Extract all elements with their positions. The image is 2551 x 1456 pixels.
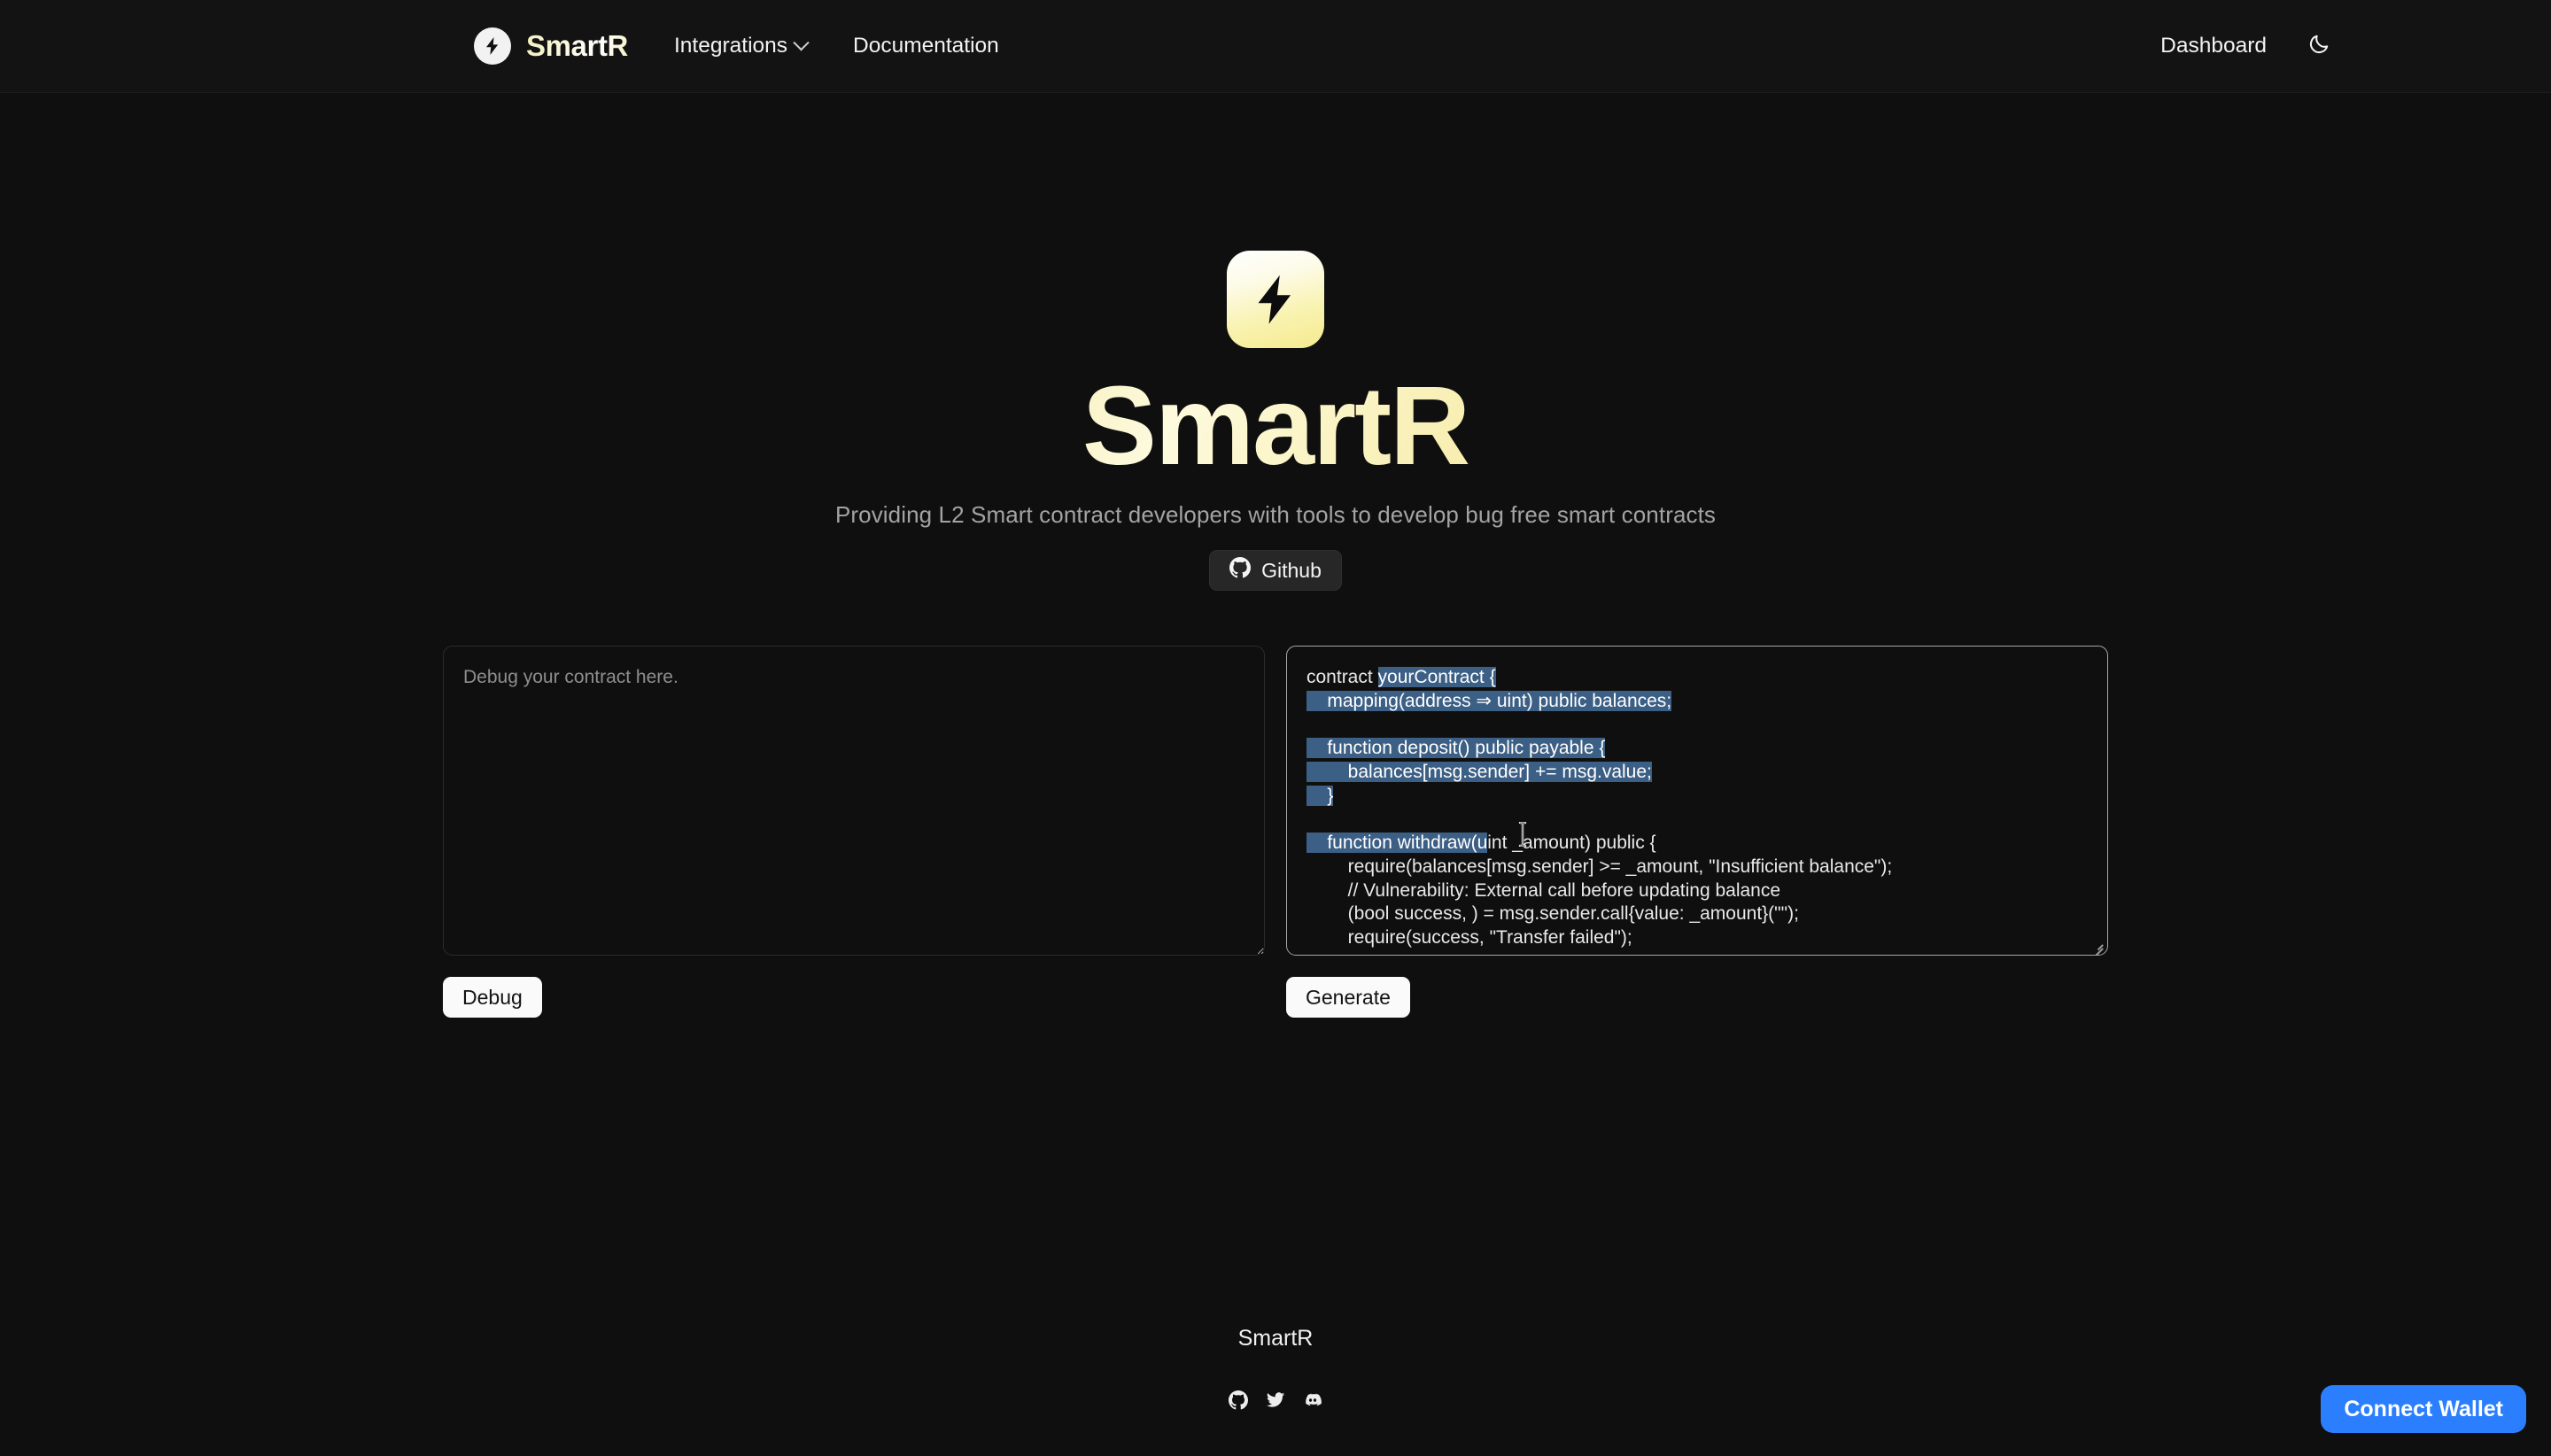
brand-name: SmartR <box>526 29 628 62</box>
nav-item-integrations[interactable]: Integrations <box>673 34 810 58</box>
hero-section: SmartR Providing L2 Smart contract devel… <box>0 251 2551 592</box>
debug-button[interactable]: Debug <box>443 977 542 1018</box>
generate-code-content: contract yourContract { mapping(address … <box>1307 667 1893 949</box>
navbar-right-group: Dashboard <box>2160 29 2336 63</box>
editors-row: Debug contract yourContract { mapping(ad… <box>443 646 2108 1018</box>
nav-item-documentation[interactable]: Documentation <box>853 34 999 58</box>
footer-brand-name: SmartR <box>1237 1326 1314 1351</box>
github-icon <box>1229 557 1252 584</box>
brand-logo[interactable]: SmartR <box>474 27 628 65</box>
generate-button[interactable]: Generate <box>1286 977 1410 1018</box>
generate-input[interactable]: contract yourContract { mapping(address … <box>1286 646 2108 956</box>
footer: SmartR <box>0 1326 2551 1410</box>
hero-lightning-bolt-icon <box>1227 251 1324 348</box>
github-button[interactable]: Github <box>1209 550 1342 592</box>
connect-wallet-button[interactable]: Connect Wallet <box>2321 1385 2526 1433</box>
chevron-down-icon <box>793 34 810 50</box>
nav-item-dashboard[interactable]: Dashboard <box>2160 34 2267 58</box>
hero-subtitle: Providing L2 Smart contract developers w… <box>834 501 1717 529</box>
footer-social-links <box>1229 1390 1322 1410</box>
discord-icon[interactable] <box>1303 1390 1322 1410</box>
navbar-left-group: SmartR Integrations Documentation <box>474 27 999 65</box>
nav-item-documentation-label: Documentation <box>853 34 999 58</box>
lightning-bolt-icon <box>474 27 511 65</box>
twitter-icon[interactable] <box>1266 1390 1285 1410</box>
nav-item-integrations-label: Integrations <box>673 34 788 58</box>
moon-icon <box>2307 33 2330 60</box>
navbar: SmartR Integrations Documentation Dashbo… <box>0 0 2551 93</box>
page-title: SmartR <box>1082 363 1470 488</box>
nav-item-dashboard-label: Dashboard <box>2160 34 2267 58</box>
debug-input[interactable] <box>443 646 1265 956</box>
debug-pane: Debug <box>443 646 1265 1018</box>
github-icon[interactable] <box>1229 1390 1248 1410</box>
generate-pane: contract yourContract { mapping(address … <box>1286 646 2108 1018</box>
github-button-label: Github <box>1261 558 1322 582</box>
theme-toggle-button[interactable] <box>2302 29 2336 63</box>
